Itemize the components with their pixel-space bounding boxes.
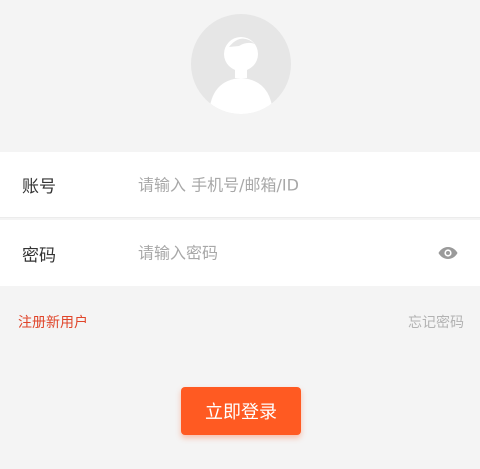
eye-icon <box>438 247 458 259</box>
avatar[interactable] <box>191 14 291 114</box>
password-row: 密码 <box>0 220 480 286</box>
password-label: 密码 <box>22 245 56 266</box>
account-input[interactable] <box>138 175 418 194</box>
forgot-password-link[interactable]: 忘记密码 <box>408 312 464 332</box>
user-silhouette-icon <box>209 37 273 114</box>
register-link[interactable]: 注册新用户 <box>18 312 88 332</box>
account-label: 账号 <box>22 177 56 197</box>
password-visibility-toggle[interactable] <box>436 241 460 265</box>
account-row: 账号 <box>0 152 480 218</box>
login-button[interactable]: 立即登录 <box>181 387 301 435</box>
password-input[interactable] <box>138 243 418 263</box>
